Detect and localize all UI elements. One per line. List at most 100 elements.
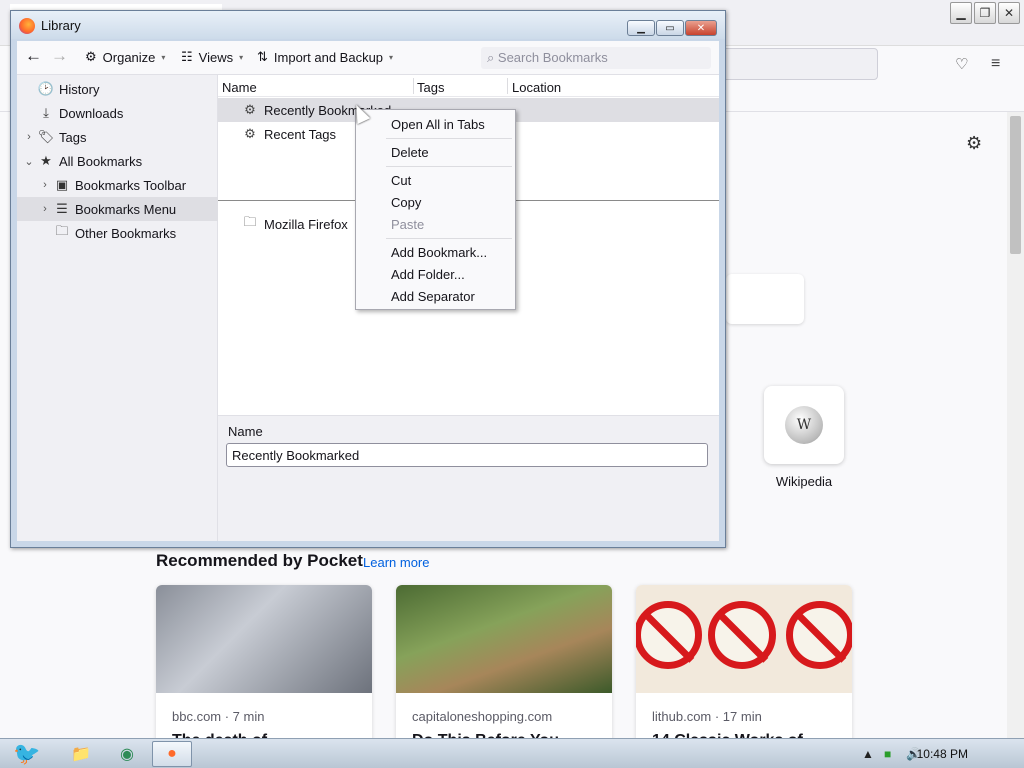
sidebar-item-label: All Bookmarks xyxy=(59,153,143,169)
dropdown-caret-icon: ▾ xyxy=(389,52,394,62)
card-source: bbc.com · 7 min xyxy=(172,709,265,724)
learn-more-link[interactable]: Learn more xyxy=(363,555,429,570)
column-location-header[interactable]: Location xyxy=(512,80,561,95)
library-titlebar[interactable]: Library ▁ ▭ ✕ xyxy=(11,11,725,39)
gear-icon: ⚙ xyxy=(244,126,256,141)
sidebar-item-all-bookmarks[interactable]: ⌄ ★ All Bookmarks xyxy=(17,149,218,173)
menu-item-copy[interactable]: Copy xyxy=(356,191,515,213)
menu-item-open-all-in-tabs[interactable]: Open All in Tabs xyxy=(356,113,515,135)
details-pane: Name Recently Bookmarked xyxy=(218,415,719,541)
column-tags-header[interactable]: Tags xyxy=(417,80,444,95)
column-divider[interactable] xyxy=(413,78,414,94)
explorer-icon[interactable]: 📁 xyxy=(66,741,96,767)
minimize-button[interactable]: ▁ xyxy=(950,2,972,24)
folder-icon: 🗀 xyxy=(243,214,257,229)
card-source: capitaloneshopping.com xyxy=(412,709,553,724)
menu-item-add-separator[interactable]: Add Separator xyxy=(356,285,515,307)
sidebar-item-other-bookmarks[interactable]: 🗀 Other Bookmarks xyxy=(17,221,218,245)
pocket-card[interactable]: lithub.com · 17 min 14 Classic Works of.… xyxy=(636,585,852,745)
forward-arrow-icon[interactable]: → xyxy=(51,46,68,66)
search-placeholder: Search Bookmarks xyxy=(497,50,608,65)
top-site-wikipedia[interactable]: W xyxy=(764,386,844,464)
import-backup-label: Import and Backup xyxy=(273,49,384,65)
import-export-icon: ⇅ xyxy=(257,49,268,64)
column-name-header[interactable]: Name xyxy=(222,80,257,95)
gear-icon: ⚙ xyxy=(85,49,97,64)
wikipedia-globe-icon: W xyxy=(785,406,823,444)
firefox-taskbar-icon[interactable]: ● xyxy=(152,741,192,767)
import-backup-button[interactable]: ⇅ Import and Backup ▾ xyxy=(257,49,393,65)
pocket-card[interactable]: bbc.com · 7 min The death of... xyxy=(156,585,372,745)
sidebar-item-bookmarks-toolbar[interactable]: › ▣ Bookmarks Toolbar xyxy=(17,173,218,197)
start-button-icon[interactable]: 🐦 xyxy=(4,741,50,767)
card-image xyxy=(636,585,852,693)
taskbar: 🐦 📁 ◉ ● ▲ ■ 🔊 10:48 PM xyxy=(0,738,1024,768)
window-bottom-border xyxy=(17,541,719,547)
tray-arrow-icon[interactable]: ▲ xyxy=(862,747,874,761)
library-sidebar: 🕑 History ⤓ Downloads › 🏷 Tags ⌄ ★ All B… xyxy=(17,75,218,541)
sidebar-item-label: Tags xyxy=(59,129,87,145)
menu-item-add-folder[interactable]: Add Folder... xyxy=(356,263,515,285)
list-item-label: Recent Tags xyxy=(264,126,337,142)
top-site-label: Wikipedia xyxy=(775,474,833,489)
expand-chevron-icon[interactable]: › xyxy=(37,203,53,215)
sidebar-item-history[interactable]: 🕑 History xyxy=(17,77,218,101)
dropdown-caret-icon: ▾ xyxy=(161,52,166,62)
close-button[interactable]: ✕ xyxy=(685,20,717,36)
expand-chevron-icon[interactable]: › xyxy=(21,131,37,143)
search-icon: ⌕ xyxy=(487,50,495,65)
url-bar[interactable] xyxy=(720,48,878,80)
restore-button[interactable]: ❐ xyxy=(974,2,996,24)
sidebar-item-downloads[interactable]: ⤓ Downloads xyxy=(17,101,218,125)
search-card[interactable] xyxy=(726,274,804,324)
toolbar-icon: ▣ xyxy=(55,177,69,192)
chrome-icon[interactable]: ◉ xyxy=(112,741,142,767)
menu-separator xyxy=(386,166,512,167)
sidebar-item-label: Other Bookmarks xyxy=(75,225,177,241)
sidebar-item-tags[interactable]: › 🏷 Tags xyxy=(17,125,218,149)
collapse-chevron-icon[interactable]: ⌄ xyxy=(21,155,37,168)
expand-chevron-icon[interactable]: › xyxy=(37,179,53,191)
views-label: Views xyxy=(198,49,234,65)
maximize-button[interactable]: ▭ xyxy=(656,20,684,36)
hamburger-menu-icon[interactable]: ≡ xyxy=(991,55,1009,73)
network-icon[interactable]: ■ xyxy=(884,747,891,761)
clock[interactable]: 10:48 PM xyxy=(917,747,968,761)
menu-item-delete[interactable]: Delete xyxy=(356,141,515,163)
menu-item-add-bookmark[interactable]: Add Bookmark... xyxy=(356,241,515,263)
folder-icon: 🗀 xyxy=(55,223,69,238)
card-image xyxy=(396,585,612,693)
library-window-controls: ▁ ▭ ✕ xyxy=(627,20,717,36)
dropdown-caret-icon: ▾ xyxy=(239,52,244,62)
ban-icon xyxy=(708,601,776,669)
scrollbar-thumb[interactable] xyxy=(1010,116,1021,254)
search-bookmarks-input[interactable]: ⌕ Search Bookmarks xyxy=(481,47,711,69)
card-source: lithub.com · 17 min xyxy=(652,709,762,724)
name-field[interactable]: Recently Bookmarked xyxy=(226,443,708,467)
menu-item-cut[interactable]: Cut xyxy=(356,169,515,191)
menu-icon: ☰ xyxy=(56,201,68,216)
column-divider[interactable] xyxy=(507,78,508,94)
context-menu: Open All in Tabs Delete Cut Copy Paste A… xyxy=(355,109,516,310)
sidebar-item-bookmarks-menu[interactable]: › ☰ Bookmarks Menu xyxy=(17,197,218,221)
minimize-button[interactable]: ▁ xyxy=(627,20,655,36)
pocket-heading: Recommended by Pocket xyxy=(156,551,363,570)
pocket-card[interactable]: capitaloneshopping.com Do This Before Yo… xyxy=(396,585,612,745)
sidebar-item-label: Bookmarks Toolbar xyxy=(75,177,187,193)
tag-icon: 🏷 xyxy=(37,129,55,144)
organize-label: Organize xyxy=(102,49,156,65)
list-icon: ☷ xyxy=(181,49,193,64)
window-title: Library xyxy=(41,18,81,33)
settings-gear-icon[interactable]: ⚙ xyxy=(966,133,982,154)
organize-button[interactable]: ⚙ Organize ▾ xyxy=(85,49,165,65)
back-arrow-icon[interactable]: ← xyxy=(25,46,42,66)
sidebar-item-label: Downloads xyxy=(59,105,124,121)
ban-icon xyxy=(636,601,702,669)
close-button[interactable]: ✕ xyxy=(998,2,1020,24)
menu-item-paste: Paste xyxy=(391,216,425,232)
name-field-label: Name xyxy=(228,424,263,439)
pocket-icon[interactable]: ♡ xyxy=(955,55,973,73)
menu-separator xyxy=(386,138,512,139)
views-button[interactable]: ☷ Views ▾ xyxy=(181,49,243,65)
page-scrollbar[interactable] xyxy=(1007,112,1024,738)
